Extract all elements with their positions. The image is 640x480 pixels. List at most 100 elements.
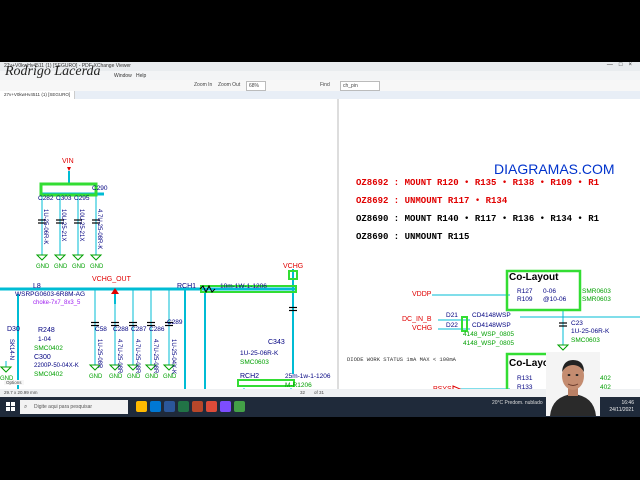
windows-start-icon[interactable] (6, 402, 15, 411)
screen: 27v+V0kwHv4511 (1) [SEGURO] - PDF-XChang… (0, 62, 640, 417)
taskbar-search[interactable]: ⌕ Digite aqui para pesquisar (20, 400, 128, 414)
r109-ref: R109 (517, 296, 533, 303)
document-canvas[interactable]: DIAGRAMAS.COM OZ8692 : MOUNT R120 • R135 … (0, 99, 640, 389)
l8-ref: L8 (33, 283, 41, 290)
cap-top-ref-2: C295 (74, 195, 90, 202)
cap-top-val-2: 10U-25-21X (78, 209, 84, 241)
r127-value: 0-06 (543, 288, 556, 295)
menu-window[interactable]: Window (114, 73, 132, 79)
r248-value: 1-04 (38, 336, 51, 343)
cap-bot-ref-0: C58 (95, 326, 107, 333)
vin-arrow (67, 167, 71, 171)
cap-top-gnd-3-symbol (89, 254, 103, 261)
app-icon[interactable] (220, 401, 231, 412)
edge-icon[interactable] (150, 401, 161, 412)
cap-top-gnd-1-symbol (53, 254, 67, 261)
d30-value: SK14-N (8, 339, 14, 360)
pdf-viewer-icon[interactable] (234, 401, 245, 412)
minimize-button[interactable]: — (607, 62, 619, 68)
c23-ref: C23 (571, 320, 583, 327)
menu-help[interactable]: Help (136, 73, 146, 79)
close-button[interactable]: × (628, 62, 638, 68)
clock-date: 24/11/2021 (609, 407, 634, 413)
cap-top-ref-0: C282 (38, 195, 54, 202)
d22-part: CD4148WSP (472, 322, 511, 329)
rch2-value: 25m-1w-1-1206 (285, 373, 331, 380)
vchg-label: VCHG (283, 263, 303, 270)
file-explorer-icon[interactable] (136, 401, 147, 412)
rch2-ref: RCH2 (240, 373, 259, 380)
cap-top-gnd-2-symbol (71, 254, 85, 261)
c343-value: 1U-25-06R-K (240, 350, 279, 357)
c343-ref: C343 (268, 339, 285, 346)
find-button[interactable]: Find (320, 82, 330, 88)
vchg-right-label: VCHG (412, 325, 432, 332)
note-1: OZ8692 : UNMOUNT R117 • R134 (356, 196, 508, 206)
cap-bot-ref-4: C289 (167, 319, 183, 326)
note-3: OZ8690 : UNMOUNT R115 (356, 232, 469, 242)
window-controls[interactable]: —□× (607, 62, 638, 68)
l8-value: choke-7x7_8x3_5 (33, 300, 81, 306)
cap-bot-ref-1: C288 (113, 326, 129, 333)
cap-bot-gnd-3-label: GND (145, 374, 159, 380)
r127-package: SMR0603 (582, 288, 611, 295)
chrome-icon[interactable] (206, 401, 217, 412)
taskbar: ⌕ Digite aqui para pesquisar 20°C Predom… (0, 397, 640, 417)
page-size: 29.7 x 20.99 mm (4, 390, 38, 395)
zoom-in-button[interactable]: Zoom In (194, 82, 212, 88)
cap-top-gnd-2-label: GND (72, 264, 86, 270)
cap-top-gnd-0-symbol (35, 254, 49, 261)
options-button[interactable]: Options (4, 380, 24, 385)
cap-bot-val-0: 1U-25-08R (96, 339, 102, 369)
c300-value: 2200P-50-04X-K (34, 363, 79, 369)
cap-top-ref-1: C303 (56, 195, 72, 202)
r248-ref: R248 (38, 327, 55, 334)
c23-value: 1U-25-06R-K (571, 328, 610, 335)
page-number[interactable]: 32 (300, 390, 305, 395)
schematic: DIAGRAMAS.COMOZ8692 : MOUNT R120 • R135 … (0, 99, 640, 389)
page-count: of 31 (314, 390, 325, 395)
cap-bot-gnd-0-label: GND (89, 374, 103, 380)
weather-widget[interactable]: 20°C Predom. nublado (492, 400, 543, 406)
d22-ref: D22 (446, 322, 458, 329)
cap-top-val-1: 10U-25-21X (60, 209, 66, 241)
letterbox-top (0, 0, 640, 62)
excel-icon[interactable] (178, 401, 189, 412)
d22-package: 4148_WSP_0805 (463, 340, 514, 347)
d21-part: CD4148WSP (472, 312, 511, 319)
cap-bot-gnd-4-label: GND (163, 374, 177, 380)
wires (0, 99, 640, 389)
clock[interactable]: 16:46 24/11/2021 (609, 400, 634, 414)
dc-in-b-label: DC_IN_B (402, 316, 432, 323)
d21-package: 4148_WSP_0805 (463, 331, 514, 338)
diode-note: DIODE WORK STATUS 1mA MAX < 100mA (347, 356, 457, 363)
find-input[interactable]: ch_pin (340, 81, 380, 91)
zoom-level[interactable]: 68% (246, 81, 266, 91)
tab-document[interactable]: 27v+V0kwHv4511 (1) [SEGURO] (0, 91, 76, 99)
search-icon: ⌕ (24, 404, 28, 410)
colayout-title-1: Co-Layout (509, 272, 559, 283)
r109-value: @10-06 (543, 296, 567, 303)
r127-ref: R127 (517, 288, 533, 295)
status-bar: 29.7 x 20.99 mm Options 32 of 31 (0, 380, 640, 397)
l8-part: WSRPG0603-6R8M-AG (15, 291, 85, 298)
cap-bot-ref-2: C287 (131, 326, 147, 333)
zoom-out-button[interactable]: Zoom Out (218, 82, 240, 88)
cap-top-val-3: 4.7U-25-08R-K (96, 209, 102, 249)
c23-package: SMC0603 (571, 337, 600, 344)
rch1-ref: RCH1 (177, 283, 196, 290)
letterbox-bottom (0, 417, 640, 480)
d21-ref: D21 (446, 312, 458, 319)
d30-gnd-symbol (0, 366, 13, 373)
cap-top-gnd-1-label: GND (54, 264, 68, 270)
word-icon[interactable] (164, 401, 175, 412)
powerpoint-icon[interactable] (192, 401, 203, 412)
tab-bar: 27v+V0kwHv4511 (1) [SEGURO] (0, 91, 640, 99)
note-2: OZ8690 : MOUNT R140 • R117 • R136 • R134… (356, 214, 600, 224)
cap-top-gnd-3-label: GND (90, 264, 104, 270)
cap-bot-val-3: 4.7U-25-08R (152, 339, 158, 374)
c300-ref: C300 (34, 354, 51, 361)
cap-bot-gnd-2-label: GND (127, 374, 141, 380)
cap-top-ref-3: C290 (92, 185, 108, 192)
c343-package: SMC0603 (240, 359, 269, 366)
